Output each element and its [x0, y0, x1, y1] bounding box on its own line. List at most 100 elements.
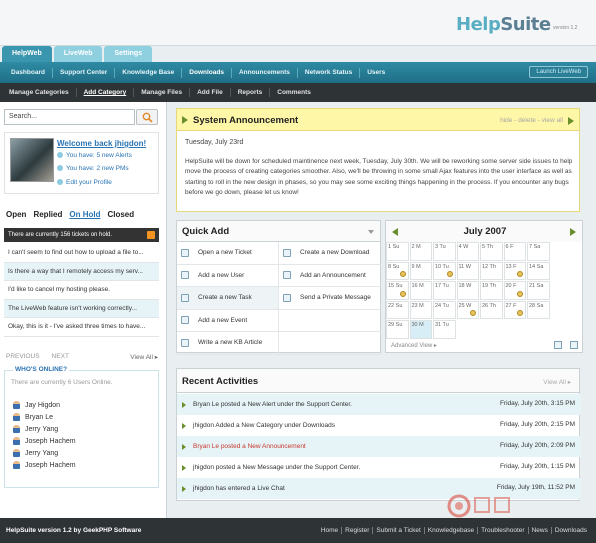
online-user[interactable]: Joseph Hachem	[13, 436, 76, 448]
nav-network-status[interactable]: Network Status	[298, 67, 361, 78]
calendar-day[interactable]: 15 Su	[386, 281, 409, 300]
calendar-day[interactable]: 10 Tu	[433, 261, 456, 280]
subnav-manage-files[interactable]: Manage Files	[134, 88, 191, 97]
quick-add-event[interactable]: Add a new Event	[177, 309, 279, 331]
quick-open-ticket[interactable]: Open a new Ticket	[177, 242, 279, 264]
ticket-tab-replied[interactable]: Replied	[33, 210, 62, 219]
online-user[interactable]: Joseph Hachem	[13, 460, 76, 472]
chevron-down-icon[interactable]	[368, 230, 374, 234]
activity-row[interactable]: jhigdon Added a New Category under Downl…	[177, 415, 581, 436]
subnav-manage-categories[interactable]: Manage Categories	[2, 88, 77, 97]
recent-view-all-link[interactable]: View All ▸	[543, 378, 571, 386]
calendar-day[interactable]: 23 M	[409, 300, 432, 319]
activity-row[interactable]: Bryan Le posted a New Announcement Friday…	[177, 436, 581, 457]
quick-send-private-message[interactable]: Send a Private Message	[279, 287, 381, 309]
footer-link-register[interactable]: Register	[342, 527, 374, 534]
search-input[interactable]: Search...	[4, 109, 135, 125]
nav-downloads[interactable]: Downloads	[182, 67, 232, 78]
quick-write-kb-article[interactable]: Write a new KB Article	[177, 332, 279, 354]
quick-create-download[interactable]: Create a new Download	[279, 242, 381, 264]
event-icon[interactable]	[399, 271, 406, 277]
calendar-day[interactable]: 29 Su	[386, 320, 409, 339]
calendar-day[interactable]: 13 F	[503, 261, 526, 280]
calendar-day[interactable]: 30 M	[409, 320, 432, 339]
footer-link-home[interactable]: Home	[318, 527, 343, 534]
footer-link-submit-ticket[interactable]: Submit a Ticket	[373, 527, 425, 534]
quick-create-task[interactable]: Create a new Task	[177, 287, 279, 309]
ticket-item[interactable]: Is there a way that I remotely access my…	[4, 262, 159, 281]
calendar-day[interactable]: 31 Tu	[433, 320, 456, 339]
activity-row[interactable]: jhigdon posted a New Message under the S…	[177, 457, 581, 478]
edit-profile-link[interactable]: Edit your Profile	[57, 179, 112, 186]
add-event-icon[interactable]	[554, 341, 562, 349]
calendar-day[interactable]: 28 Sa	[527, 300, 550, 319]
calendar-day[interactable]: 12 Th	[480, 261, 503, 280]
calendar-day[interactable]: 21 Sa	[527, 281, 550, 300]
calendar-day[interactable]: 25 W	[456, 300, 479, 319]
subnav-add-category[interactable]: Add Category	[77, 88, 135, 97]
subnav-add-file[interactable]: Add File	[190, 88, 231, 97]
rss-icon[interactable]	[147, 231, 155, 239]
calendar-day[interactable]: 19 Th	[480, 281, 503, 300]
advanced-view-link[interactable]: Advanced View ▸	[391, 342, 437, 349]
helpsuite-logo[interactable]: HelpSuite	[456, 14, 551, 35]
footer-link-news[interactable]: News	[529, 527, 552, 534]
alerts-link[interactable]: You have: 5 new Alerts	[57, 152, 132, 159]
nav-support-center[interactable]: Support Center	[53, 67, 116, 78]
announcement-actions[interactable]: hide - delete - view all	[500, 117, 563, 124]
calendar-day[interactable]: 14 Sa	[527, 261, 550, 280]
welcome-title[interactable]: Welcome back jhigdon!	[57, 139, 146, 148]
calendar-icon[interactable]	[570, 341, 578, 349]
calendar-day[interactable]: 5 Th	[480, 242, 503, 261]
calendar-day[interactable]: 20 F	[503, 281, 526, 300]
tab-helpweb[interactable]: HelpWeb	[2, 46, 52, 62]
quick-add-announcement[interactable]: Add an Announcement	[279, 265, 381, 287]
search-button[interactable]	[136, 109, 158, 125]
calendar-day[interactable]: 27 F	[503, 300, 526, 319]
next-arrow-icon[interactable]	[568, 117, 574, 125]
previous-link[interactable]: PREVIOUS	[6, 353, 40, 360]
online-user[interactable]: Jerry Yang	[13, 424, 76, 436]
calendar-day[interactable]: 6 F	[503, 242, 526, 261]
ticket-item[interactable]: I'd like to cancel my hosting please.	[4, 281, 159, 300]
nav-users[interactable]: Users	[360, 68, 392, 78]
activity-row[interactable]: Bryan Le posted a New Alert under the Su…	[177, 394, 581, 415]
calendar-day[interactable]: 11 W	[456, 261, 479, 280]
ticket-item[interactable]: The LiveWeb feature isn't working correc…	[4, 299, 159, 318]
calendar-day[interactable]: 3 Tu	[433, 242, 456, 261]
online-user[interactable]: Jerry Yang	[13, 448, 76, 460]
ticket-item[interactable]: Okay, this is it - I've asked three time…	[4, 318, 159, 337]
calendar-day[interactable]: 7 Sa	[527, 242, 550, 261]
subnav-comments[interactable]: Comments	[270, 88, 318, 97]
calendar-day[interactable]: 18 W	[456, 281, 479, 300]
nav-dashboard[interactable]: Dashboard	[4, 67, 53, 78]
footer-link-downloads[interactable]: Downloads	[552, 527, 590, 534]
calendar-day[interactable]: 4 W	[456, 242, 479, 261]
calendar-day[interactable]: 22 Su	[386, 300, 409, 319]
calendar-day[interactable]: 17 Tu	[433, 281, 456, 300]
calendar-day[interactable]: 16 M	[409, 281, 432, 300]
subnav-reports[interactable]: Reports	[231, 88, 271, 97]
footer-link-knowledgebase[interactable]: Knowledgebase	[425, 527, 479, 534]
ticket-item[interactable]: I can't seem to find out how to upload a…	[4, 244, 159, 263]
tab-settings[interactable]: Settings	[104, 46, 153, 62]
event-icon[interactable]	[517, 290, 523, 297]
calendar-day[interactable]: 26 Th	[480, 300, 503, 319]
online-user[interactable]: Bryan Le	[13, 412, 76, 424]
calendar-day[interactable]: 1 Su	[386, 242, 409, 261]
launch-liveweb-button[interactable]: Launch LiveWeb	[529, 66, 588, 78]
calendar-day[interactable]: 9 M	[409, 261, 432, 280]
event-icon[interactable]	[470, 310, 476, 316]
tab-liveweb[interactable]: LiveWeb	[53, 46, 103, 62]
activity-row[interactable]: jhigdon has entered a Live Chat Friday, J…	[177, 478, 581, 499]
tickets-view-all-link[interactable]: View All ▸	[130, 353, 158, 361]
calendar-day[interactable]: 24 Tu	[433, 300, 456, 319]
next-month-icon[interactable]	[570, 228, 576, 236]
ticket-tab-open[interactable]: Open	[6, 210, 26, 219]
footer-link-troubleshooter[interactable]: Troubleshooter	[478, 527, 529, 534]
pms-link[interactable]: You have: 2 new PMs	[57, 165, 129, 172]
ticket-tab-on-hold[interactable]: On Hold	[69, 210, 100, 219]
calendar-day[interactable]: 2 M	[409, 242, 432, 261]
ticket-tab-closed[interactable]: Closed	[107, 210, 134, 219]
nav-knowledge-base[interactable]: Knowledge Base	[115, 67, 183, 78]
